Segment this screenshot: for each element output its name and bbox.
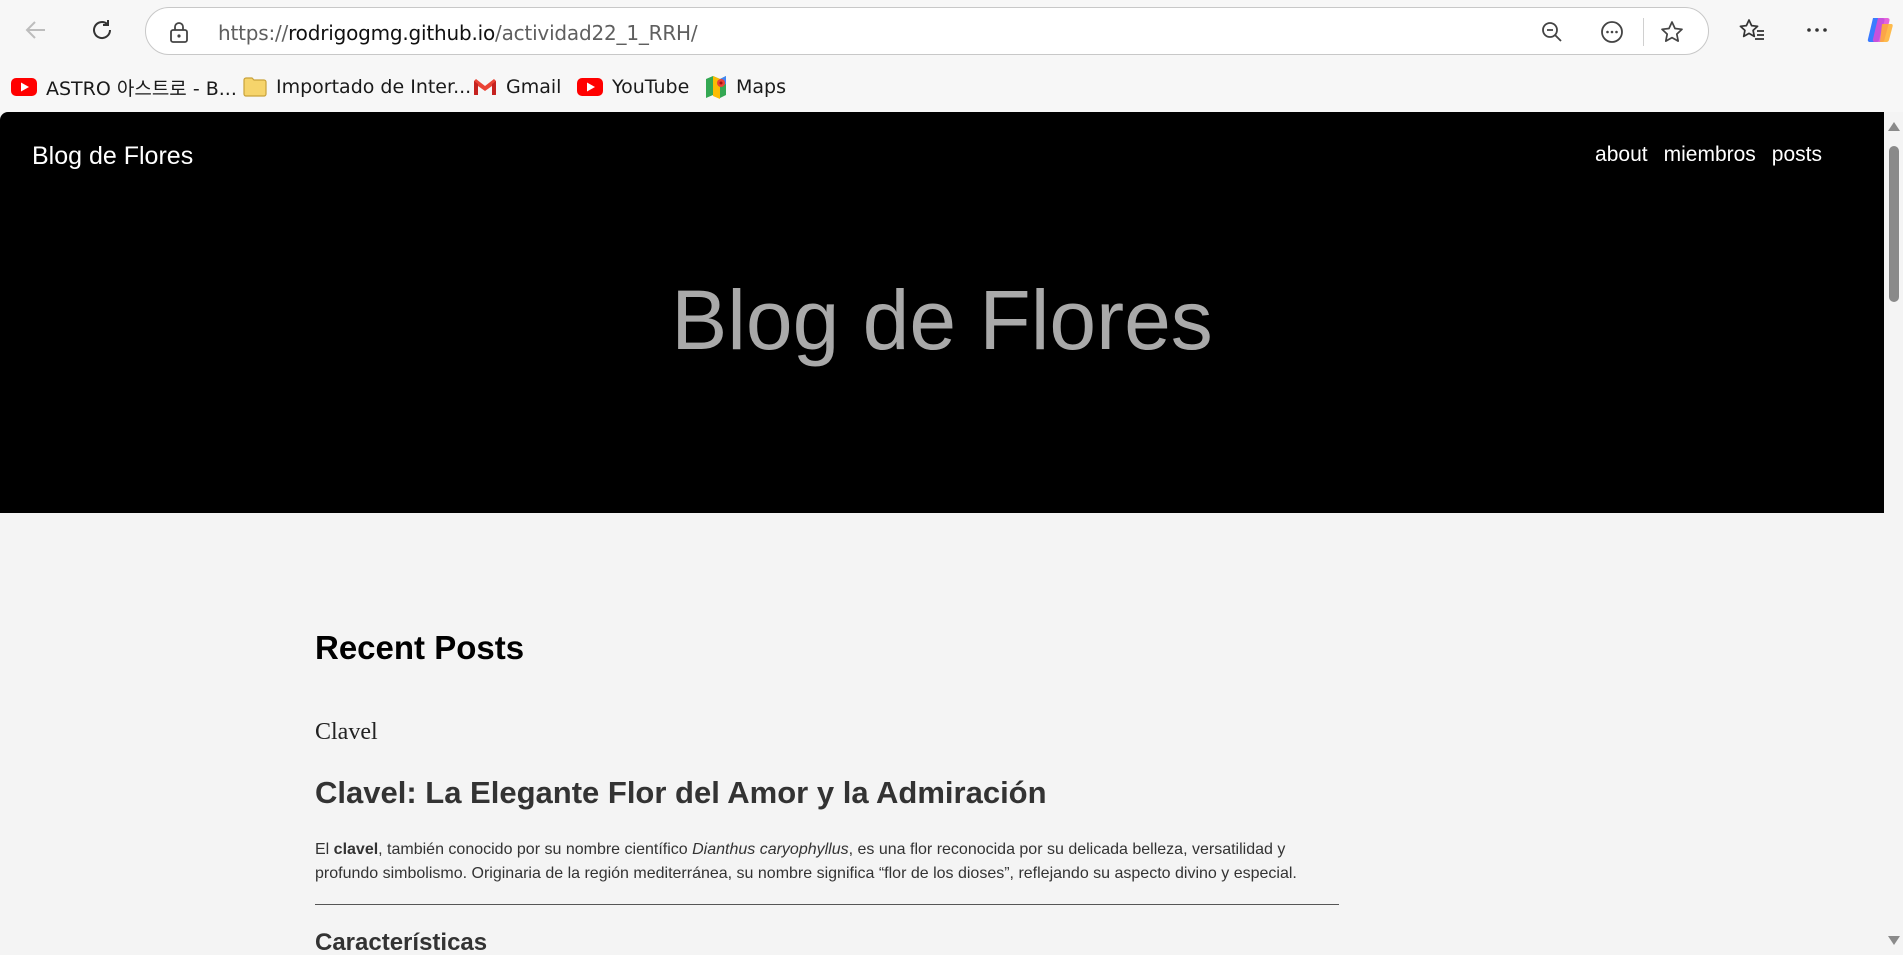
post-subheading: Características bbox=[315, 929, 488, 955]
reload-button[interactable] bbox=[84, 12, 120, 48]
bookmark-maps[interactable]: Maps bbox=[705, 74, 786, 100]
gmail-icon bbox=[473, 78, 497, 96]
web-page: Blog de Flores about miembros posts Blog… bbox=[0, 112, 1884, 955]
browser-window: https://rodrigogmg.github.io/actividad22… bbox=[0, 0, 1903, 955]
folder-icon bbox=[243, 77, 267, 97]
nav-miembros-link[interactable]: miembros bbox=[1664, 143, 1756, 167]
youtube-icon bbox=[11, 78, 37, 96]
back-arrow-icon bbox=[25, 21, 45, 39]
post-excerpt: El clavel, también conocido por su nombr… bbox=[315, 841, 1297, 882]
scroll-up-arrow-icon[interactable] bbox=[1888, 122, 1900, 131]
reload-icon bbox=[93, 20, 112, 39]
address-bar[interactable]: https://rodrigogmg.github.io/actividad22… bbox=[145, 7, 1709, 55]
address-divider bbox=[1643, 18, 1644, 46]
copilot-button[interactable] bbox=[1862, 12, 1898, 48]
favorites-button[interactable] bbox=[1734, 12, 1770, 48]
site-header: Blog de Flores about miembros posts Blog… bbox=[0, 112, 1884, 513]
back-button[interactable] bbox=[18, 12, 54, 48]
zoom-out-icon[interactable] bbox=[1538, 18, 1566, 46]
ellipsis-icon bbox=[1807, 28, 1827, 32]
nav-posts-link[interactable]: posts bbox=[1772, 143, 1822, 167]
post-divider bbox=[315, 904, 1339, 905]
page-viewport: Blog de Flores about miembros posts Blog… bbox=[0, 112, 1903, 955]
url-text[interactable]: https://rodrigogmg.github.io/actividad22… bbox=[218, 21, 698, 45]
hero-title: Blog de Flores bbox=[671, 273, 1213, 367]
post-title-link[interactable]: Clavel: La Elegante Flor del Amor y la A… bbox=[315, 775, 1047, 811]
lock-icon[interactable] bbox=[168, 20, 190, 49]
bookmark-astro[interactable]: ASTRO 아스트로 - B... bbox=[11, 74, 237, 100]
favorites-list-icon bbox=[1739, 19, 1764, 40]
copilot-icon bbox=[1867, 18, 1893, 42]
bookmark-gmail[interactable]: Gmail bbox=[473, 74, 561, 100]
site-brand-link[interactable]: Blog de Flores bbox=[32, 142, 193, 171]
bookmark-youtube[interactable]: YouTube bbox=[577, 74, 689, 100]
favorite-star-icon[interactable] bbox=[1658, 18, 1686, 46]
nav-about-link[interactable]: about bbox=[1595, 143, 1648, 167]
scroll-down-arrow-icon[interactable] bbox=[1888, 936, 1900, 945]
site-nav: about miembros posts bbox=[1595, 143, 1822, 167]
page-scrollbar[interactable] bbox=[1884, 112, 1903, 955]
bookmark-imported-folder[interactable]: Importado de Inter... bbox=[243, 74, 471, 100]
maps-icon bbox=[705, 75, 727, 99]
bookmarks-bar: ASTRO 아스트로 - B... Importado de Inter... … bbox=[0, 62, 1903, 112]
youtube-icon bbox=[577, 78, 603, 96]
scrollbar-thumb[interactable] bbox=[1889, 146, 1899, 302]
settings-menu-button[interactable] bbox=[1799, 12, 1835, 48]
post-category-link[interactable]: Clavel bbox=[315, 719, 378, 746]
section-title: Recent Posts bbox=[315, 629, 525, 666]
browser-toolbar: https://rodrigogmg.github.io/actividad22… bbox=[0, 0, 1903, 62]
more-actions-icon[interactable] bbox=[1598, 18, 1626, 46]
